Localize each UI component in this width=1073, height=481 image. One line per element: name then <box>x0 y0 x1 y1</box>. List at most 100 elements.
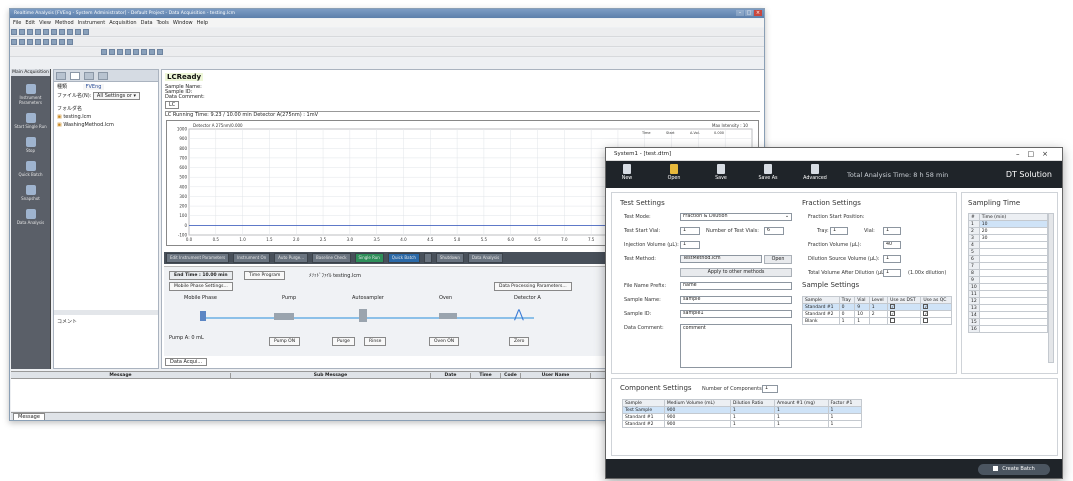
toolbar-icon[interactable] <box>35 29 41 35</box>
total-volume-input[interactable]: 1 <box>883 269 901 277</box>
table-cell[interactable]: 2 <box>868 310 889 318</box>
checkbox[interactable]: ✓ <box>923 304 929 309</box>
toolbar-icon[interactable] <box>43 29 49 35</box>
checkbox[interactable]: ✓ <box>890 311 896 316</box>
action-button-8[interactable]: Data Analysis <box>467 253 504 263</box>
table-cell[interactable] <box>978 283 1048 291</box>
table-cell[interactable]: 10 <box>968 283 980 291</box>
table-row[interactable]: Test Sample 900 1 1 1 <box>622 406 863 414</box>
table-cell[interactable]: 8 <box>968 269 980 277</box>
minimize-button[interactable]: – <box>736 10 744 16</box>
table-row[interactable]: 3 30 <box>968 234 1048 242</box>
table-cell[interactable]: 5 <box>968 248 980 256</box>
table-cell[interactable]: Test Sample <box>622 406 665 414</box>
action-button-4[interactable]: Single Run <box>354 253 384 263</box>
table-row[interactable]: Standard #1 900 1 1 1 <box>622 413 863 421</box>
table-cell[interactable]: 4 <box>968 241 980 249</box>
folder-row[interactable]: フォルダ名 <box>54 104 158 113</box>
menu-item-instrument[interactable]: Instrument <box>78 20 106 26</box>
rinse-button[interactable]: Rinse <box>364 337 387 346</box>
checkbox[interactable]: ✓ <box>923 311 929 316</box>
action-button-6[interactable] <box>423 253 432 263</box>
dst-cell[interactable] <box>887 317 922 325</box>
toolbar-icon[interactable] <box>27 39 33 45</box>
toolbar-icon[interactable] <box>67 39 73 45</box>
table-cell[interactable] <box>978 318 1048 326</box>
table-cell[interactable]: 3 <box>968 234 980 242</box>
toolbar-icon[interactable] <box>59 39 65 45</box>
toolbar-icon[interactable] <box>149 49 155 55</box>
tree-tab-icon[interactable] <box>56 72 66 80</box>
table-cell[interactable] <box>978 297 1048 305</box>
table-cell[interactable]: 10 <box>978 220 1048 228</box>
nav-item-4[interactable]: Snapshot <box>11 185 50 201</box>
table-row[interactable]: 14 <box>968 311 1048 319</box>
table-row[interactable]: 12 <box>968 297 1048 305</box>
toolbar-icon[interactable] <box>27 29 33 35</box>
pump-on-button[interactable]: Pump ON <box>269 337 301 346</box>
table-cell[interactable] <box>978 241 1048 249</box>
table-cell[interactable] <box>978 290 1048 298</box>
toolbar-icon[interactable] <box>83 29 89 35</box>
data-acquisition-tab[interactable]: Data Acqui... <box>165 358 208 366</box>
test-mode-select[interactable]: Fraction & Dilution ⌄ <box>680 213 792 221</box>
table-cell[interactable]: 1 <box>729 406 776 414</box>
toolbar-icon[interactable] <box>67 29 73 35</box>
toolbar-icon[interactable] <box>43 39 49 45</box>
time-program-button[interactable]: Time Program <box>244 271 286 280</box>
oven-on-button[interactable]: Oven ON <box>429 337 460 346</box>
open-button[interactable]: Open <box>661 164 687 181</box>
table-cell[interactable]: 1 <box>827 420 863 428</box>
new-button[interactable]: New <box>614 164 640 181</box>
toolbar-icon[interactable] <box>19 29 25 35</box>
qc-cell[interactable]: ✓ <box>920 303 952 311</box>
table-cell[interactable]: 900 <box>663 420 731 428</box>
toolbar-icon[interactable] <box>51 29 57 35</box>
menu-item-file[interactable]: File <box>13 20 21 26</box>
table-cell[interactable] <box>978 269 1048 277</box>
table-row[interactable]: 7 <box>968 262 1048 270</box>
table-cell[interactable]: 1 <box>838 317 856 325</box>
table-cell[interactable]: 1 <box>968 220 980 228</box>
sampling-scrollbar[interactable] <box>1048 213 1054 363</box>
table-row[interactable]: 4 <box>968 241 1048 249</box>
start-vial-input[interactable]: 1 <box>680 227 700 235</box>
table-cell[interactable]: 1 <box>774 420 829 428</box>
create-batch-button[interactable]: Create Batch <box>978 464 1050 475</box>
toolbar-icon[interactable] <box>117 49 123 55</box>
nav-item-5[interactable]: Data Analysis <box>11 209 50 225</box>
table-cell[interactable]: Standard #1 <box>622 413 665 421</box>
table-cell[interactable]: 14 <box>968 311 980 319</box>
table-cell[interactable]: 9 <box>968 276 980 284</box>
table-cell[interactable]: 13 <box>968 304 980 312</box>
table-cell[interactable]: 1 <box>729 420 776 428</box>
table-cell[interactable]: Standard #2 <box>802 310 840 318</box>
table-cell[interactable] <box>978 276 1048 284</box>
sample-id-input[interactable]: sample1 <box>680 310 792 318</box>
toolbar-icon[interactable] <box>59 29 65 35</box>
tray-input[interactable]: 1 <box>830 227 848 235</box>
menu-item-help[interactable]: Help <box>197 20 208 26</box>
toolbar-icon[interactable] <box>101 49 107 55</box>
save-as-button[interactable]: Save As <box>755 164 781 181</box>
table-cell[interactable] <box>978 255 1048 263</box>
table-cell[interactable]: 2 <box>968 227 980 235</box>
table-cell[interactable]: 20 <box>978 227 1048 235</box>
table-cell[interactable]: 1 <box>774 413 829 421</box>
action-button-3[interactable]: Baseline Check <box>312 253 351 263</box>
table-row[interactable]: 6 <box>968 255 1048 263</box>
lc-tab[interactable]: LC <box>165 101 180 109</box>
toolbar-icon[interactable] <box>75 29 81 35</box>
toolbar-icon[interactable] <box>35 39 41 45</box>
file-item[interactable]: ▣ WashingMethod.lcm <box>54 121 158 129</box>
table-row[interactable]: 11 <box>968 290 1048 298</box>
table-cell[interactable]: 12 <box>968 297 980 305</box>
dst-cell[interactable]: ✓ <box>887 303 922 311</box>
tree-tab-icon[interactable] <box>84 72 94 80</box>
num-components-input[interactable]: 1 <box>762 385 778 393</box>
tree-tab-icon[interactable] <box>98 72 108 80</box>
table-cell[interactable]: 1 <box>827 406 863 414</box>
toolbar-icon[interactable] <box>11 39 17 45</box>
injection-volume-input[interactable]: 1 <box>680 241 700 249</box>
table-cell[interactable]: 15 <box>968 318 980 326</box>
